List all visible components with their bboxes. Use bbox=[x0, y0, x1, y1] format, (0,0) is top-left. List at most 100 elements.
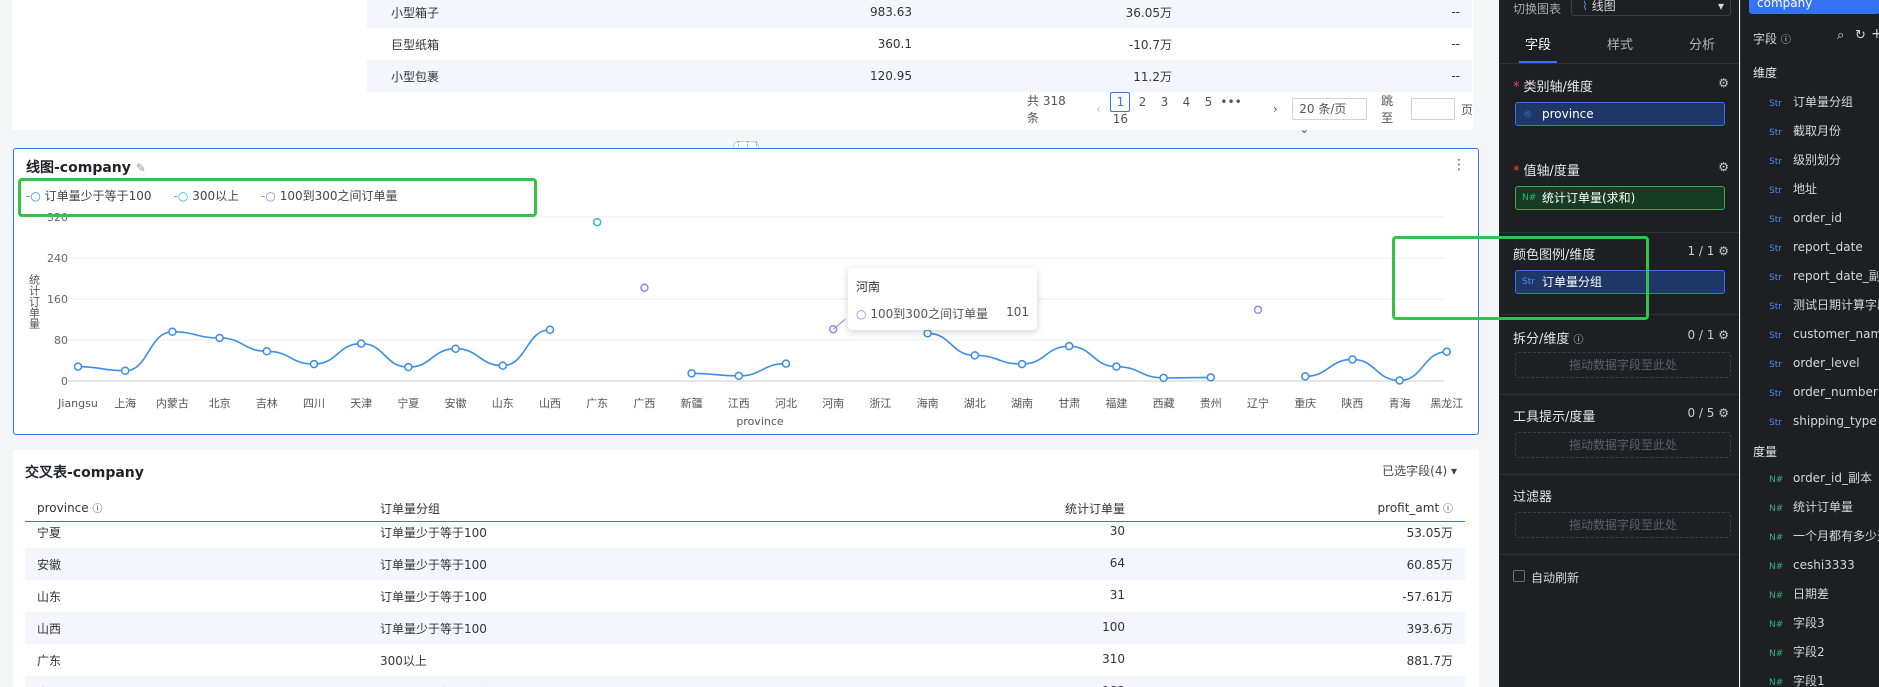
info-icon: ⓘ bbox=[92, 504, 103, 515]
pagination-page[interactable]: 3 bbox=[1154, 95, 1174, 109]
pagination-page[interactable]: ••• bbox=[1220, 95, 1241, 109]
gear-icon[interactable]: ⚙ bbox=[1718, 328, 1729, 342]
pagination-page[interactable]: 4 bbox=[1176, 95, 1196, 109]
measure-field[interactable]: N# ceshi3333 bbox=[1741, 553, 1879, 577]
jump-input[interactable] bbox=[1411, 98, 1455, 120]
data-point[interactable] bbox=[1253, 305, 1263, 315]
header-count[interactable]: 统计订单量 bbox=[1065, 500, 1125, 517]
data-point[interactable] bbox=[1348, 355, 1357, 364]
dimension-field[interactable]: Str 地址 bbox=[1741, 177, 1879, 201]
gear-icon[interactable]: ⚙ bbox=[1718, 244, 1729, 258]
split-drop-zone[interactable]: 拖动数据字段至此处 bbox=[1515, 352, 1731, 378]
data-point[interactable] bbox=[781, 359, 791, 368]
dimension-field[interactable]: Str order_level bbox=[1741, 351, 1879, 375]
dimension-field[interactable]: Str 测试日期计算字段 bbox=[1741, 293, 1879, 317]
cell-profit: 393.6万 bbox=[1406, 622, 1453, 636]
tab-style[interactable]: 样式 bbox=[1607, 34, 1633, 53]
table-row: 巨型纸箱 360.1 -10.7万 -- bbox=[367, 28, 1472, 60]
search-icon[interactable]: ⌕ bbox=[1837, 28, 1844, 43]
table-cell: -- bbox=[1451, 5, 1460, 19]
y-tick-label: 240 bbox=[47, 252, 68, 265]
data-point[interactable] bbox=[1064, 341, 1074, 351]
data-point[interactable] bbox=[262, 347, 272, 356]
data-point[interactable] bbox=[640, 283, 649, 292]
measure-group-label: 度量 bbox=[1753, 445, 1778, 459]
chart-type-select[interactable]: ⌇ 线图 ▾ bbox=[1571, 0, 1731, 16]
dimension-icon: Str bbox=[1522, 277, 1535, 287]
pagination-page[interactable]: 16 bbox=[1110, 112, 1130, 126]
data-point[interactable] bbox=[404, 362, 413, 372]
dataset-select[interactable]: company bbox=[1749, 0, 1879, 14]
tab-analysis[interactable]: 分析 bbox=[1689, 34, 1715, 53]
measure-field[interactable]: N# 一个月都有多少天 bbox=[1741, 524, 1879, 548]
color-field-chip[interactable]: Str 订单量分组 bbox=[1515, 270, 1725, 294]
line-chart[interactable]: 0 80 160 240 320 Jiangsu 上海 内蒙古 北京 吉林 四川 天津 宁夏 安徽 山东 山西… bbox=[14, 149, 1480, 436]
header-group[interactable]: 订单量分组 bbox=[380, 500, 440, 517]
dimension-field[interactable]: Str report_date_副本 bbox=[1741, 264, 1879, 288]
data-point[interactable] bbox=[734, 371, 744, 381]
data-point[interactable] bbox=[923, 329, 932, 338]
measure-field[interactable]: N# order_id_副本 bbox=[1741, 466, 1879, 490]
data-point[interactable] bbox=[168, 327, 177, 337]
pagination-next[interactable]: › bbox=[1265, 102, 1285, 116]
table-cell: 巨型纸箱 bbox=[391, 37, 440, 52]
auto-refresh-checkbox[interactable] bbox=[1513, 570, 1525, 582]
tab-fields[interactable]: 字段 bbox=[1525, 34, 1551, 53]
dimension-type-icon: Str bbox=[1769, 302, 1782, 312]
data-point[interactable] bbox=[356, 339, 366, 348]
data-point[interactable] bbox=[1300, 372, 1310, 381]
gear-icon[interactable]: ⚙ bbox=[1718, 76, 1729, 90]
data-point[interactable] bbox=[592, 217, 602, 227]
pagination-prev[interactable]: ‹ bbox=[1088, 102, 1108, 116]
dimension-field[interactable]: Str report_date bbox=[1741, 235, 1879, 259]
measure-field[interactable]: N# 日期差 bbox=[1741, 582, 1879, 606]
header-province[interactable]: province ⓘ bbox=[37, 500, 102, 515]
gear-icon[interactable]: ⚙ bbox=[1718, 406, 1729, 420]
data-point[interactable] bbox=[73, 362, 83, 371]
value-field-chip[interactable]: N# 统计订单量(求和) bbox=[1515, 186, 1725, 210]
data-point[interactable] bbox=[970, 351, 980, 360]
measure-field[interactable]: N# 统计订单量 bbox=[1741, 495, 1879, 519]
pagination-page[interactable]: 5 bbox=[1198, 95, 1218, 109]
dimension-field[interactable]: Str 订单量分组 bbox=[1741, 90, 1879, 114]
header-profit[interactable]: profit_amt ⓘ bbox=[1378, 500, 1453, 515]
tooltip-drop-zone[interactable]: 拖动数据字段至此处 bbox=[1515, 432, 1731, 458]
refresh-icon[interactable]: ↻ bbox=[1855, 28, 1866, 43]
data-point[interactable] bbox=[215, 333, 224, 343]
data-point[interactable] bbox=[687, 369, 696, 378]
x-tick-label: 江西 bbox=[728, 397, 750, 410]
page-size-select[interactable]: 20 条/页 ⌄ bbox=[1292, 98, 1368, 136]
data-point[interactable] bbox=[309, 359, 319, 369]
data-point[interactable] bbox=[120, 366, 130, 375]
dimension-field[interactable]: Str 截取月份 bbox=[1741, 119, 1879, 143]
data-point[interactable] bbox=[1206, 373, 1216, 382]
selected-fields-dropdown[interactable]: 已选字段(4) ▾ bbox=[1382, 462, 1457, 479]
divider bbox=[1499, 554, 1739, 555]
dimension-type-icon: Str bbox=[1769, 215, 1782, 225]
data-point[interactable] bbox=[1442, 347, 1452, 357]
cell-count: 310 bbox=[1102, 652, 1125, 666]
dimension-field[interactable]: Str 级别划分 bbox=[1741, 148, 1879, 172]
dimension-field[interactable]: Str order_number bbox=[1741, 380, 1879, 404]
table-row: 广西100到300之间订单量182400.9万 bbox=[25, 676, 1465, 687]
measure-field[interactable]: N# 字段1 bbox=[1741, 669, 1879, 687]
data-point[interactable] bbox=[498, 361, 508, 370]
measure-field[interactable]: N# 字段3 bbox=[1741, 611, 1879, 635]
pagination-page[interactable]: 2 bbox=[1132, 95, 1152, 109]
pagination-page[interactable]: 1 bbox=[1110, 92, 1131, 112]
dimension-field[interactable]: Str order_id bbox=[1741, 206, 1879, 230]
category-field-chip[interactable]: ⌾ province bbox=[1515, 102, 1725, 126]
measure-field[interactable]: N# 字段2 bbox=[1741, 640, 1879, 664]
gear-icon[interactable]: ⚙ bbox=[1718, 160, 1729, 174]
pagination: 共 318 条 ‹ 1 2 3 4 5 ••• 16 › 20 条/页 ⌄ 跳至 页 bbox=[1027, 92, 1473, 136]
add-icon[interactable]: + bbox=[1871, 26, 1879, 42]
data-point[interactable] bbox=[1112, 362, 1121, 371]
data-point[interactable] bbox=[545, 325, 555, 334]
filter-drop-zone[interactable]: 拖动数据字段至此处 bbox=[1515, 512, 1731, 538]
dimension-field[interactable]: Str shipping_type bbox=[1741, 409, 1879, 433]
data-point[interactable] bbox=[1017, 359, 1027, 369]
data-point[interactable] bbox=[451, 344, 460, 353]
dimension-field[interactable]: Str customer_name bbox=[1741, 322, 1879, 346]
data-point[interactable] bbox=[1395, 376, 1404, 385]
data-point[interactable] bbox=[1159, 373, 1168, 383]
